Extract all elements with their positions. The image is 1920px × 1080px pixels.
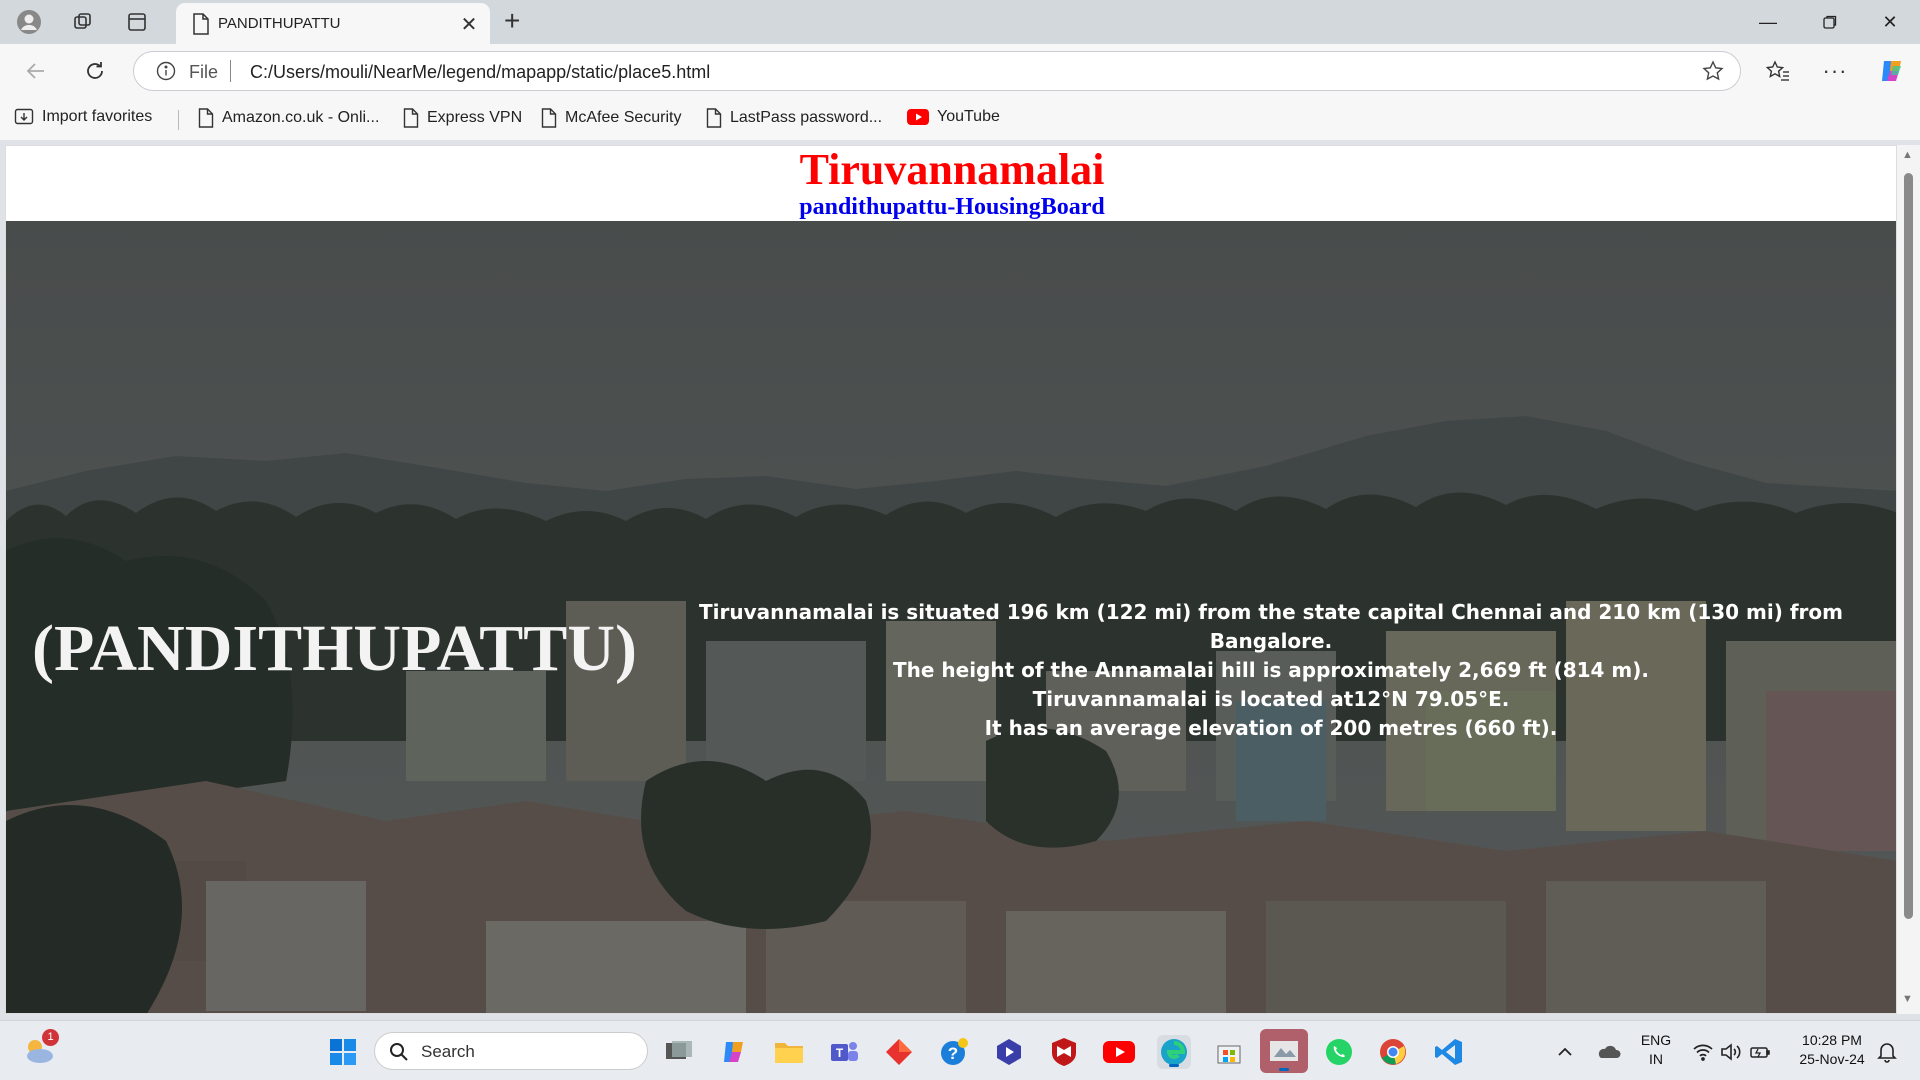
copilot-taskbar-icon[interactable] (717, 1035, 751, 1069)
scroll-up-arrow-icon[interactable]: ▲ (1902, 149, 1913, 161)
favorite-label: LastPass password... (730, 109, 883, 126)
start-button[interactable] (326, 1035, 360, 1069)
page-subtitle-link[interactable]: pandithupattu-HousingBoard (6, 194, 1896, 220)
copilot-icon[interactable] (1874, 53, 1910, 89)
browser-toolbar: File C:/Users/mouli/NearMe/legend/mapapp… (0, 44, 1920, 98)
favorite-label: Import favorites (42, 108, 153, 125)
favorite-label: Amazon.co.uk - Onli... (222, 109, 380, 126)
page-header: Tiruvannamalai pandithupattu-HousingBoar… (6, 145, 1896, 221)
address-bar[interactable]: File C:/Users/mouli/NearMe/legend/mapapp… (133, 51, 1741, 91)
teams-icon[interactable]: T (827, 1035, 861, 1069)
taskbar-search[interactable]: Search (374, 1032, 648, 1070)
tab-actions-icon[interactable] (120, 6, 154, 38)
scroll-down-arrow-icon[interactable]: ▼ (1902, 993, 1913, 1005)
favorite-star-icon[interactable] (1702, 60, 1724, 87)
page-icon (192, 13, 210, 40)
minimize-button[interactable]: — (1738, 0, 1798, 44)
taskbar: 1 Search T ? ENG IN 10:28 PM 25-Nov-24 (0, 1020, 1920, 1080)
active-indicator (1279, 1068, 1289, 1071)
page-viewport: Tiruvannamalai pandithupattu-HousingBoar… (5, 145, 1897, 1014)
weather-badge: 1 (42, 1029, 59, 1046)
refresh-button[interactable] (77, 53, 113, 89)
info-line: The height of the Annamalai hill is appr… (892, 658, 1649, 682)
close-window-button[interactable]: ✕ (1860, 0, 1920, 44)
clock-date: 25-Nov-24 (1799, 1051, 1865, 1067)
page-icon (198, 108, 214, 128)
edge-icon[interactable] (1157, 1035, 1191, 1069)
more-options-icon[interactable]: ··· (1817, 53, 1853, 89)
page-icon (706, 108, 722, 128)
media-player-icon[interactable] (992, 1035, 1026, 1069)
tab-active[interactable]: PANDITHUPATTU ✕ (176, 3, 490, 44)
onedrive-icon[interactable] (1591, 1035, 1625, 1069)
favorite-label: McAfee Security (565, 109, 682, 126)
chrome-icon[interactable] (1376, 1035, 1410, 1069)
file-explorer-icon[interactable] (772, 1035, 806, 1069)
get-help-icon[interactable]: ? (937, 1035, 971, 1069)
hero-info-text: Tiruvannamalai is situated 196 km (122 m… (646, 598, 1896, 743)
favorite-lastpass[interactable]: LastPass password... (706, 108, 882, 128)
close-tab-icon[interactable]: ✕ (458, 13, 480, 36)
scheme-label: File (189, 62, 219, 82)
address-divider (230, 60, 231, 82)
search-icon (390, 1043, 408, 1061)
page-icon (403, 108, 419, 128)
language-code: ENG (1640, 1032, 1672, 1048)
url-text[interactable]: C:/Users/mouli/NearMe/legend/mapapp/stat… (250, 62, 710, 83)
page-icon (541, 108, 557, 128)
svg-text:?: ? (948, 1044, 958, 1063)
info-icon[interactable] (156, 61, 176, 86)
tab-title: PANDITHUPATTU (218, 15, 341, 32)
vscode-icon[interactable] (1432, 1035, 1466, 1069)
diamond-app-icon[interactable] (882, 1035, 916, 1069)
favorites-icon[interactable] (1760, 53, 1796, 89)
workspaces-icon[interactable] (66, 6, 100, 38)
windows-icon (330, 1039, 356, 1065)
import-icon (14, 108, 34, 125)
mcafee-icon[interactable] (1047, 1035, 1081, 1069)
search-placeholder: Search (421, 1042, 475, 1061)
new-tab-button[interactable]: + (504, 7, 520, 35)
weather-widget[interactable]: 1 (22, 1029, 59, 1067)
scrollbar-thumb[interactable] (1904, 173, 1913, 919)
snipping-app-icon[interactable] (1260, 1029, 1308, 1073)
favorite-mcafee[interactable]: McAfee Security (541, 108, 681, 128)
youtube-taskbar-icon[interactable] (1102, 1035, 1136, 1069)
clock-time: 10:28 PM (1802, 1032, 1862, 1048)
page-scrollbar[interactable]: ▲ ▼ (1897, 145, 1920, 1014)
store-icon[interactable] (1212, 1035, 1246, 1069)
page-title: Tiruvannamalai (799, 145, 1105, 194)
favorite-label: YouTube (937, 108, 1000, 125)
info-line: Tiruvannamalai is located at12°N 79.05°E… (1032, 687, 1510, 711)
svg-text:T: T (836, 1046, 844, 1060)
language-region: IN (1649, 1051, 1663, 1067)
back-button[interactable] (18, 53, 54, 89)
profile-icon[interactable] (12, 6, 46, 38)
info-line: Tiruvannamalai is situated 196 km (122 m… (698, 600, 1844, 653)
favorite-express-vpn[interactable]: Express VPN (403, 108, 522, 128)
language-indicator[interactable]: ENG IN (1636, 1031, 1676, 1069)
tab-strip: PANDITHUPATTU ✕ + — ✕ (0, 0, 1920, 44)
favorite-import[interactable]: Import favorites (14, 108, 152, 126)
active-indicator (1169, 1064, 1179, 1067)
favorites-divider (178, 110, 179, 130)
clock[interactable]: 10:28 PM 25-Nov-24 (1790, 1031, 1874, 1069)
whatsapp-icon[interactable] (1322, 1035, 1356, 1069)
show-hidden-icons-chevron-icon[interactable] (1548, 1035, 1582, 1069)
hero-section: (PANDITHUPATTU) Tiruvannamalai is situat… (6, 221, 1896, 1013)
youtube-icon (907, 109, 929, 125)
favorite-amazon[interactable]: Amazon.co.uk - Onli... (198, 108, 379, 128)
favorite-label: Express VPN (427, 109, 523, 126)
notifications-bell-icon[interactable] (1870, 1035, 1904, 1069)
favorite-youtube[interactable]: YouTube (907, 108, 1000, 126)
hero-place-name: (PANDITHUPATTU) (32, 612, 637, 685)
battery-icon[interactable] (1743, 1035, 1777, 1069)
restore-button[interactable] (1800, 0, 1860, 44)
info-line: It has an average elevation of 200 metre… (984, 716, 1558, 740)
task-view-icon[interactable] (662, 1035, 696, 1069)
favorites-bar: Import favorites Amazon.co.uk - Onli... … (0, 98, 1920, 140)
